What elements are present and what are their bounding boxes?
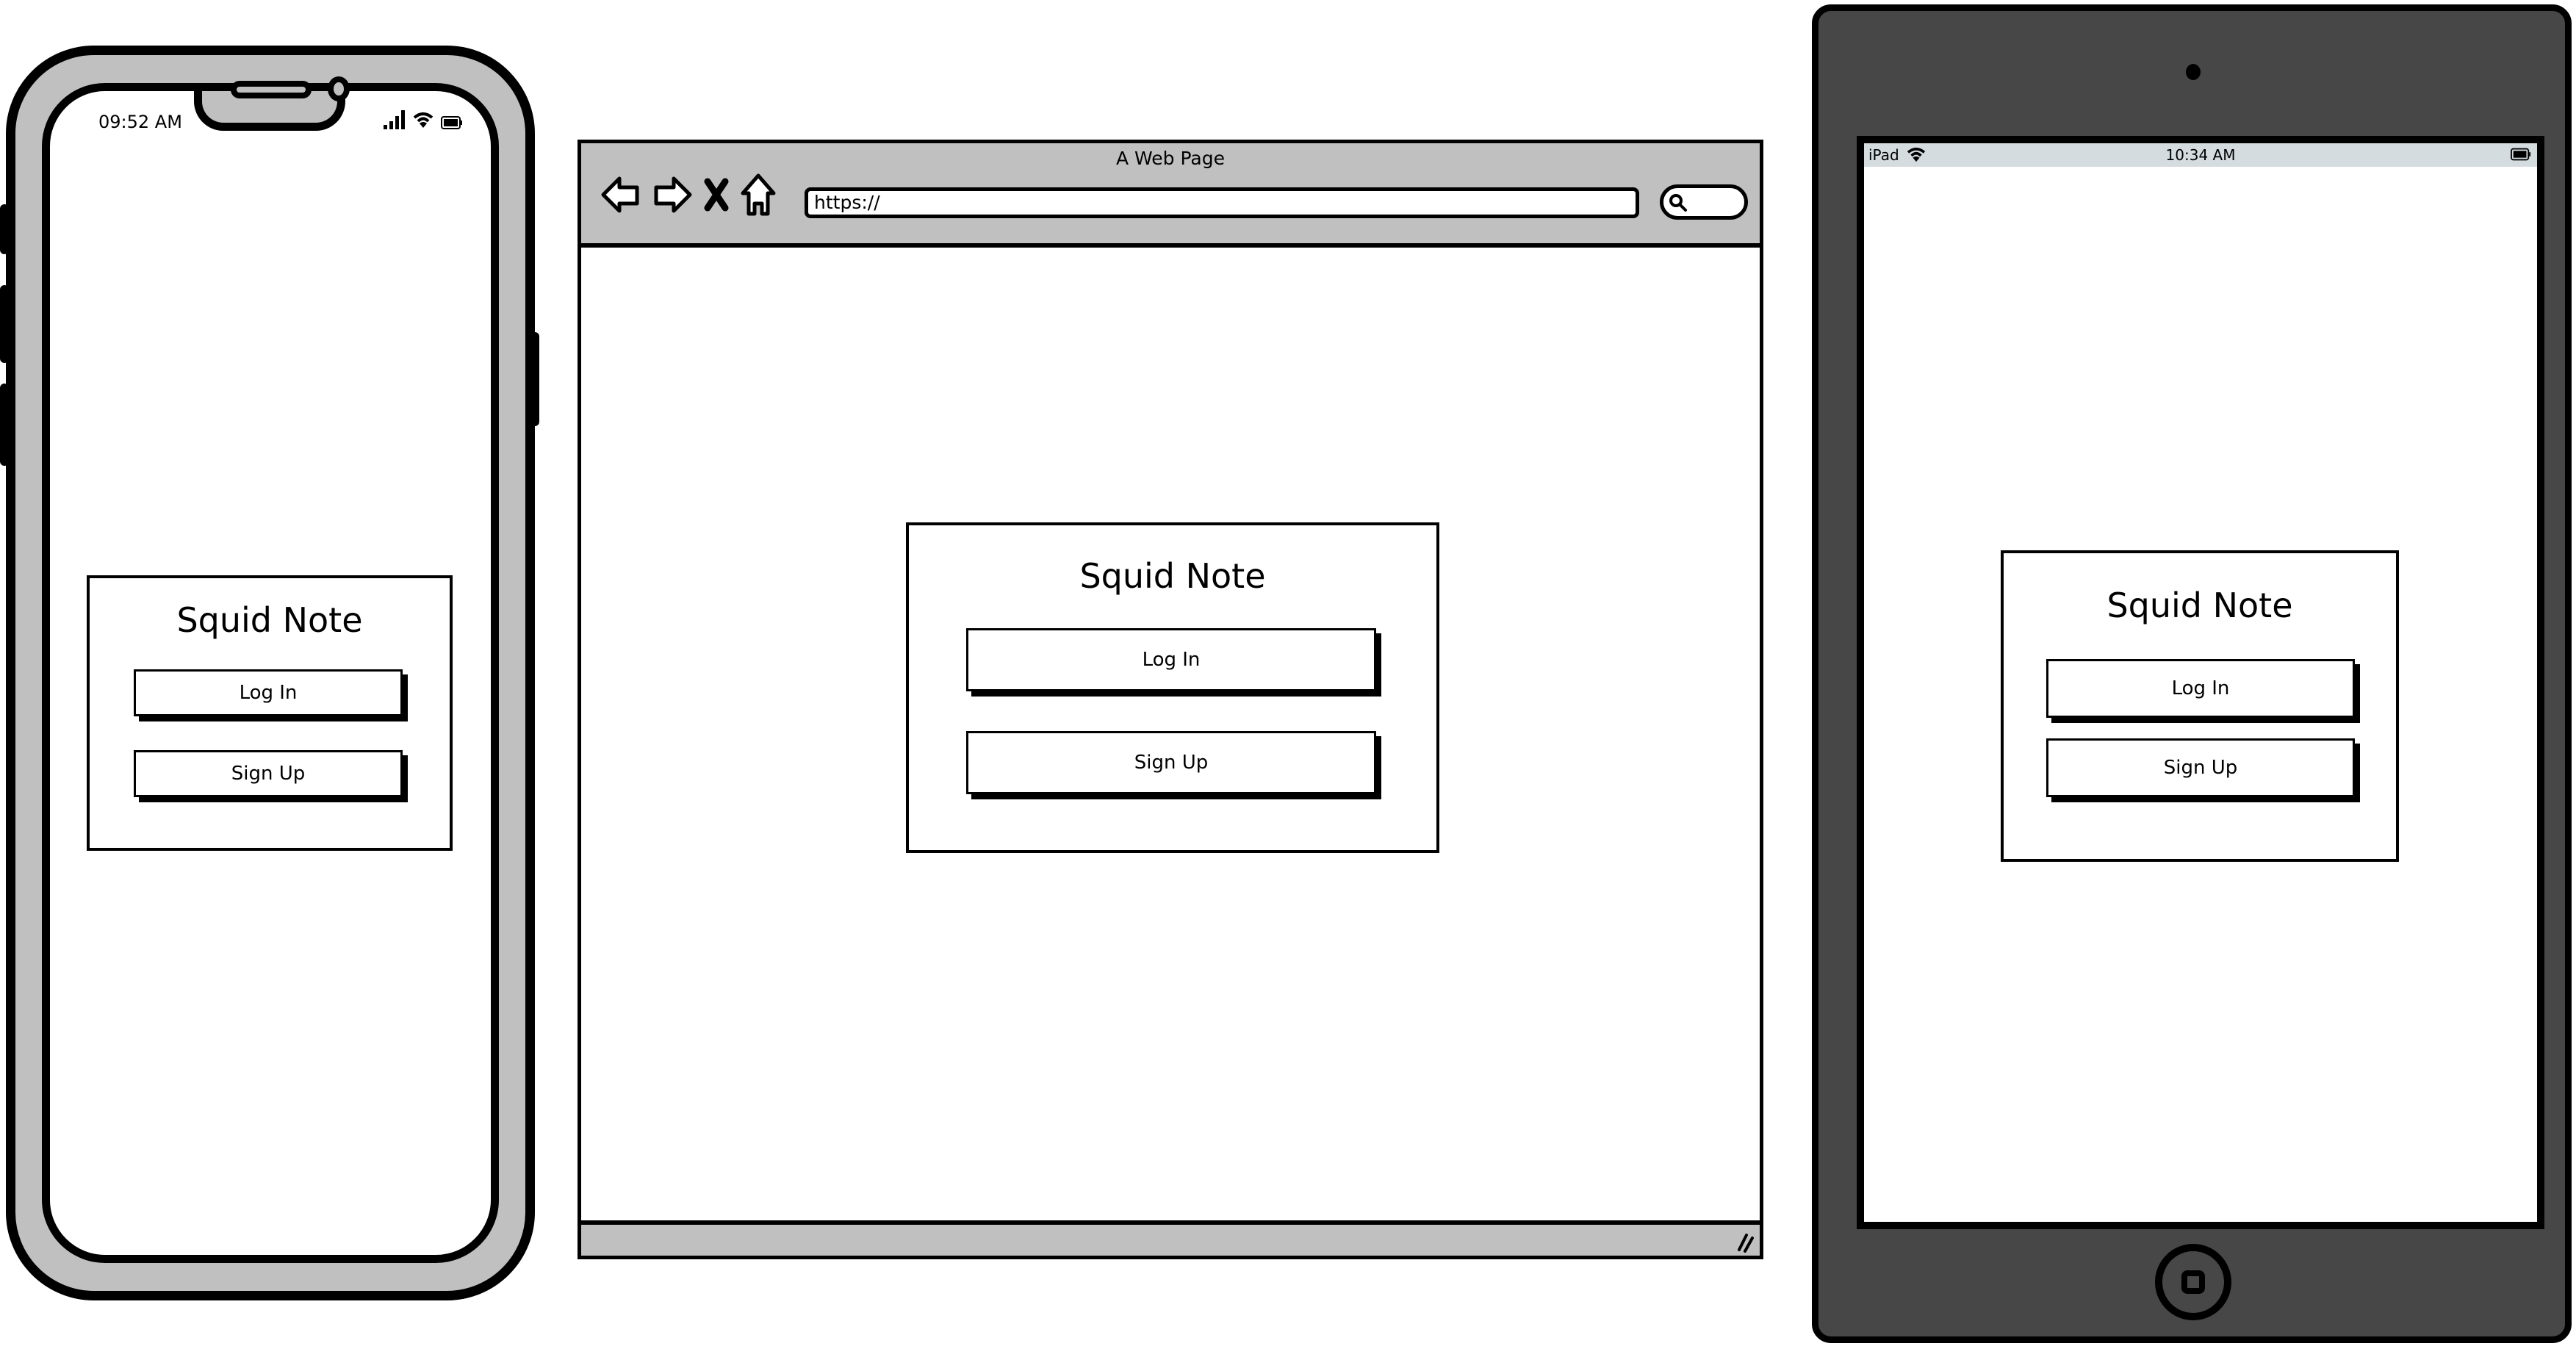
- battery-icon: [2511, 148, 2531, 161]
- signup-button[interactable]: Sign Up: [2046, 738, 2355, 797]
- back-arrow-icon[interactable]: [600, 174, 641, 215]
- browser-toolbar: A Web Page https://: [581, 143, 1760, 248]
- signal-icon: [384, 110, 405, 129]
- url-input[interactable]: https://: [805, 187, 1639, 218]
- phone-volume-down: [0, 384, 9, 466]
- forward-arrow-icon[interactable]: [652, 174, 693, 215]
- home-square-icon: [2181, 1270, 2205, 1294]
- browser-search-button[interactable]: [1660, 184, 1748, 220]
- login-button[interactable]: Log In: [966, 628, 1376, 691]
- phone-login-card: Squid Note Log In Sign Up: [87, 575, 453, 851]
- signup-button[interactable]: Sign Up: [134, 750, 403, 797]
- app-title: Squid Note: [1079, 556, 1266, 596]
- browser-window: A Web Page https:// Squid Note Log In Si…: [578, 140, 1763, 1259]
- tablet-camera: [2186, 64, 2201, 80]
- tablet-home-button[interactable]: [2155, 1244, 2231, 1320]
- phone-frame: 09:52 AM Squid Note Log In Sign Up: [6, 46, 535, 1300]
- tablet-login-card: Squid Note Log In Sign Up: [2001, 550, 2399, 862]
- home-icon[interactable]: [740, 173, 777, 217]
- tablet-screen: iPad 10:34 AM Squid Note Log In Sign Up: [1857, 136, 2544, 1229]
- stop-x-icon[interactable]: [703, 177, 730, 212]
- tablet-status-time: 10:34 AM: [2165, 146, 2236, 164]
- browser-login-card: Squid Note Log In Sign Up: [906, 522, 1439, 853]
- phone-screen: 09:52 AM Squid Note Log In Sign Up: [42, 83, 499, 1263]
- phone-mute-switch: [0, 204, 9, 254]
- browser-title: A Web Page: [1115, 148, 1226, 169]
- phone-speaker: [231, 81, 312, 98]
- browser-nav-icons: [600, 173, 777, 217]
- tablet-frame: iPad 10:34 AM Squid Note Log In Sign Up: [1812, 4, 2572, 1343]
- app-title: Squid Note: [2107, 586, 2293, 625]
- login-button[interactable]: Log In: [2046, 659, 2355, 718]
- app-title: Squid Note: [176, 600, 363, 640]
- phone-power-button: [530, 332, 539, 426]
- phone-camera: [328, 76, 350, 101]
- phone-volume-up: [0, 285, 9, 363]
- resize-grip-icon[interactable]: [1733, 1231, 1755, 1253]
- wifi-icon: [413, 112, 433, 128]
- battery-icon: [441, 116, 462, 129]
- phone-status-icons: [384, 110, 463, 129]
- browser-status-bar: [581, 1220, 1760, 1256]
- phone-status-time: 09:52 AM: [98, 112, 182, 132]
- login-button[interactable]: Log In: [134, 669, 403, 716]
- search-icon: [1669, 194, 1687, 212]
- tablet-status-bar: iPad 10:34 AM: [1864, 143, 2537, 167]
- signup-button[interactable]: Sign Up: [966, 731, 1376, 794]
